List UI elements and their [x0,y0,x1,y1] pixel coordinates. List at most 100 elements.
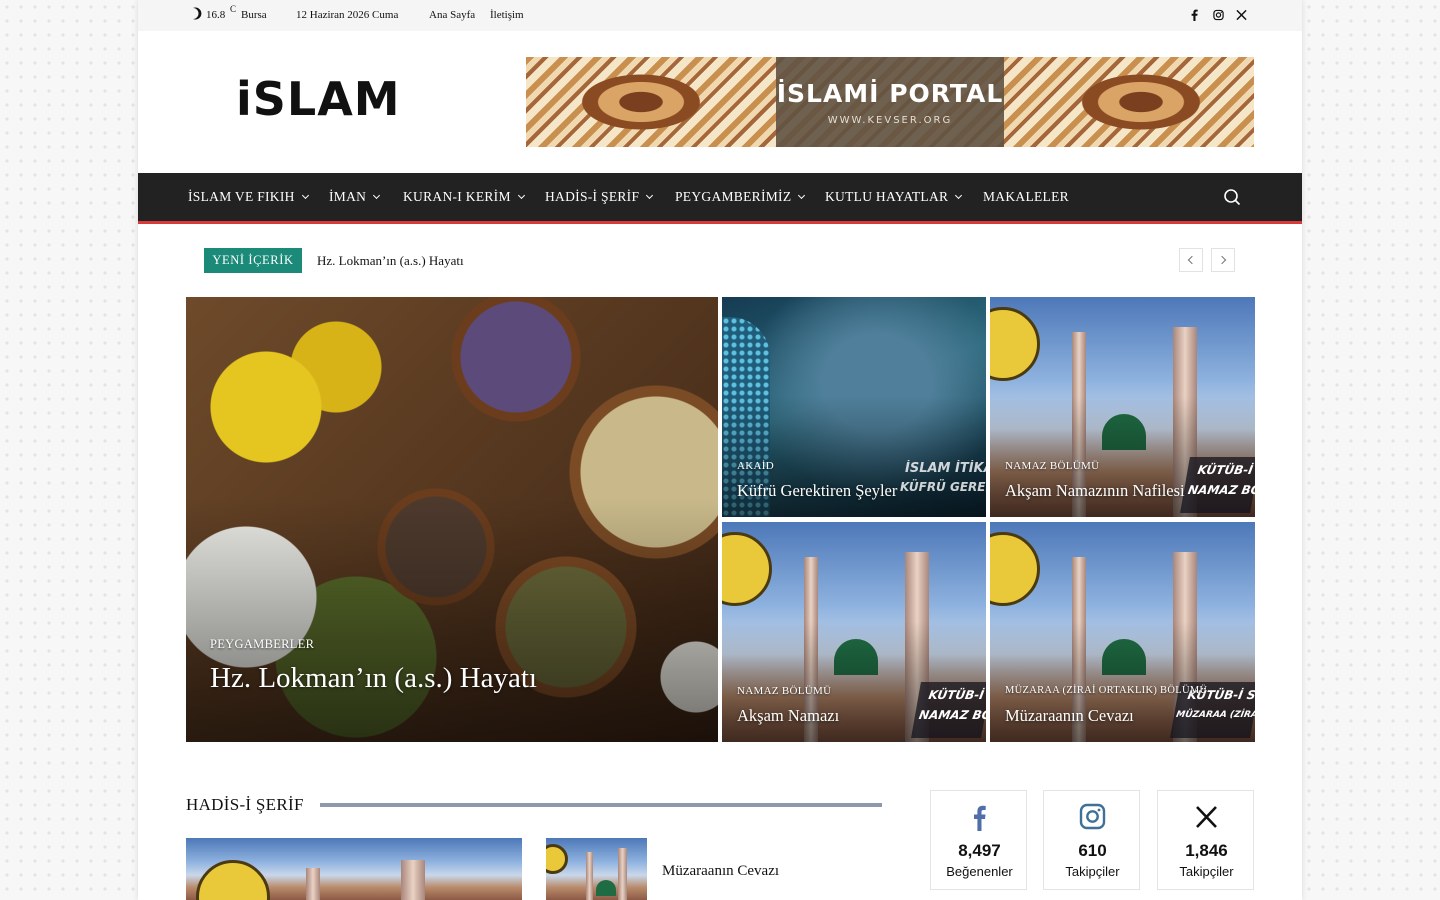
image-stamp-text: NAMAZ BÖ [917,708,986,722]
post-title[interactable]: Akşam Namazının Nafilesi [1005,481,1185,501]
nav-label: KURAN-I KERİM [403,189,511,204]
social-label: Beğenenler [946,864,1013,879]
banner-url: WWW.KEVSER.ORG [827,115,953,126]
featured-post-2[interactable]: KÜTÜB-İ S NAMAZ BÖ NAMAZ BÖLÜMÜ Akşam Nam… [990,297,1255,517]
calligraphy-medallion [990,307,1040,381]
post-title[interactable]: Müzaraanın Cevazı [1005,706,1134,726]
instagram-icon[interactable] [1213,9,1224,21]
nav-item-islam-ve-fikih[interactable]: İSLAM VE FIKIH [188,189,309,205]
minaret [306,868,320,900]
chevron-left-icon [1187,255,1197,265]
social-count: 8,497 [958,841,1001,860]
nav-label: HADİS-İ ŞERİF [545,189,640,204]
image-plate: KÜTÜB-İ S NAMAZ BÖ [1180,457,1255,513]
ticker-badge: YENİ İÇERİK [204,248,302,273]
page-container: 16.8 C Bursa 12 Haziran 2026 Cuma Ana Sa… [138,0,1302,900]
post-category[interactable]: NAMAZ BÖLÜMÜ [1005,460,1099,472]
image-stamp-text: KÜTÜB-İ S [1196,463,1255,477]
chevron-down-icon [798,191,806,200]
post-category[interactable]: PEYGAMBERLER [210,637,314,652]
image-stamp-text: NAMAZ BÖ [1186,483,1255,497]
nav-accent-line [138,221,1302,224]
social-card-instagram[interactable]: 610 Takipçiler [1043,790,1140,890]
image-plate: KÜTÜB-İ NAMAZ BÖ [911,682,986,738]
featured-post-1[interactable]: İSLAM İTİKAT KÜFRÜ GEREKTİ AKAİD Küfrü G… [722,297,986,517]
nav-item-makaleler[interactable]: MAKALELER [983,189,1069,205]
calligraphy-medallion [722,532,772,606]
featured-main-post[interactable]: PEYGAMBERLER Hz. Lokman’ın (a.s.) Hayatı [186,297,718,742]
minaret [618,848,627,900]
calligraphy-medallion [990,532,1040,606]
site-logo[interactable]: iSLAM [236,76,401,122]
featured-post-4[interactable]: KÜTÜB-İ SMÜZARAA (ZİRAİ ORTA MÜZARAA (Zİ… [990,522,1255,742]
facebook-icon [974,805,986,831]
post-category[interactable]: AKAİD [737,460,774,472]
ticker-headline[interactable]: Hz. Lokman’ın (a.s.) Hayatı [317,253,464,269]
weather-city: Bursa [241,9,267,21]
banner-ornament [1066,67,1216,137]
side-post-title[interactable]: Müzaraanın Cevazı [662,863,779,880]
header-banner[interactable]: İSLAMİ PORTAL WWW.KEVSER.ORG [526,57,1254,147]
chevron-down-icon [517,191,525,200]
image-stamp-text: KÜFRÜ GEREKTİ [900,480,986,494]
image-stamp-text: İSLAM İTİKAT [905,461,986,476]
section-divider [320,803,882,807]
section-title[interactable]: HADİS-İ ŞERİF [186,795,304,815]
nav-item-hadis-i-serif[interactable]: HADİS-İ ŞERİF [545,189,654,205]
chevron-down-icon [373,191,381,200]
weather-unit: C [230,4,237,14]
nav-label: İMAN [329,189,367,204]
calligraphy-medallion [196,860,270,900]
x-icon [1196,806,1217,828]
banner-ornament [566,67,716,137]
nav-label: KUTLU HAYATLAR [825,189,949,204]
moon-icon [193,7,202,20]
post-title[interactable]: Küfrü Gerektiren Şeyler [737,481,897,501]
minaret [401,860,425,900]
post-category[interactable]: MÜZARAA (ZİRAİ ORTAKLIK) BÖLÜMÜ [1005,685,1207,696]
social-count: 1,846 [1185,841,1228,860]
nav-item-iman[interactable]: İMAN [329,189,381,205]
image-stamp-text: KÜTÜB-İ [927,688,986,702]
social-label: Takipçiler [1065,864,1120,879]
x-icon[interactable] [1236,9,1247,21]
social-card-x[interactable]: 1,846 Takipçiler [1157,790,1254,890]
nav-label: İSLAM VE FIKIH [188,189,295,204]
post-title[interactable]: Akşam Namazı [737,706,839,726]
featured-post-3[interactable]: KÜTÜB-İ NAMAZ BÖ NAMAZ BÖLÜMÜ Akşam Namaz… [722,522,986,742]
nav-item-kuran-i-kerim[interactable]: KURAN-I KERİM [403,189,525,205]
banner-title: İSLAMİ PORTAL [776,79,1004,108]
chevron-right-icon [1217,255,1227,265]
post-title[interactable]: Hz. Lokman’ın (a.s.) Hayatı [210,662,537,695]
nav-label: MAKALELER [983,189,1069,204]
post-category[interactable]: NAMAZ BÖLÜMÜ [737,685,831,697]
image-stamp-text: MÜZARAA (ZİRAİ ORTA [1175,710,1255,720]
nav-label: PEYGAMBERİMİZ [675,189,792,204]
social-label: Takipçiler [1179,864,1234,879]
top-link-home[interactable]: Ana Sayfa [429,9,475,21]
top-link-contact[interactable]: İletişim [490,9,524,21]
section-main-post-image[interactable] [186,838,522,900]
instagram-icon [1079,803,1106,830]
nav-item-peygamberimiz[interactable]: PEYGAMBERİMİZ [675,189,806,205]
ticker-prev-button[interactable] [1179,248,1203,272]
chevron-down-icon [955,191,963,200]
image-gradient [186,497,718,742]
nav-item-kutlu-hayatlar[interactable]: KUTLU HAYATLAR [825,189,963,205]
weather-temperature: 16.8 [206,9,226,21]
green-dome [596,880,616,896]
social-card-facebook[interactable]: 8,497 Beğenenler [930,790,1027,890]
search-icon[interactable] [1223,188,1241,206]
banner-center-panel: İSLAMİ PORTAL WWW.KEVSER.ORG [776,57,1004,147]
main-nav: İSLAM VE FIKIH İMAN KURAN-I KERİM HADİS-… [138,173,1302,221]
facebook-icon[interactable] [1189,9,1200,21]
chevron-down-icon [301,191,309,200]
top-bar: 16.8 C Bursa 12 Haziran 2026 Cuma Ana Sa… [138,0,1302,31]
calligraphy-medallion [546,844,568,874]
current-date: 12 Haziran 2026 Cuma [296,9,399,21]
side-post-thumbnail[interactable] [546,838,647,900]
minaret [586,852,593,900]
ticker-next-button[interactable] [1211,248,1235,272]
chevron-down-icon [646,191,654,200]
social-count: 610 [1078,841,1107,860]
